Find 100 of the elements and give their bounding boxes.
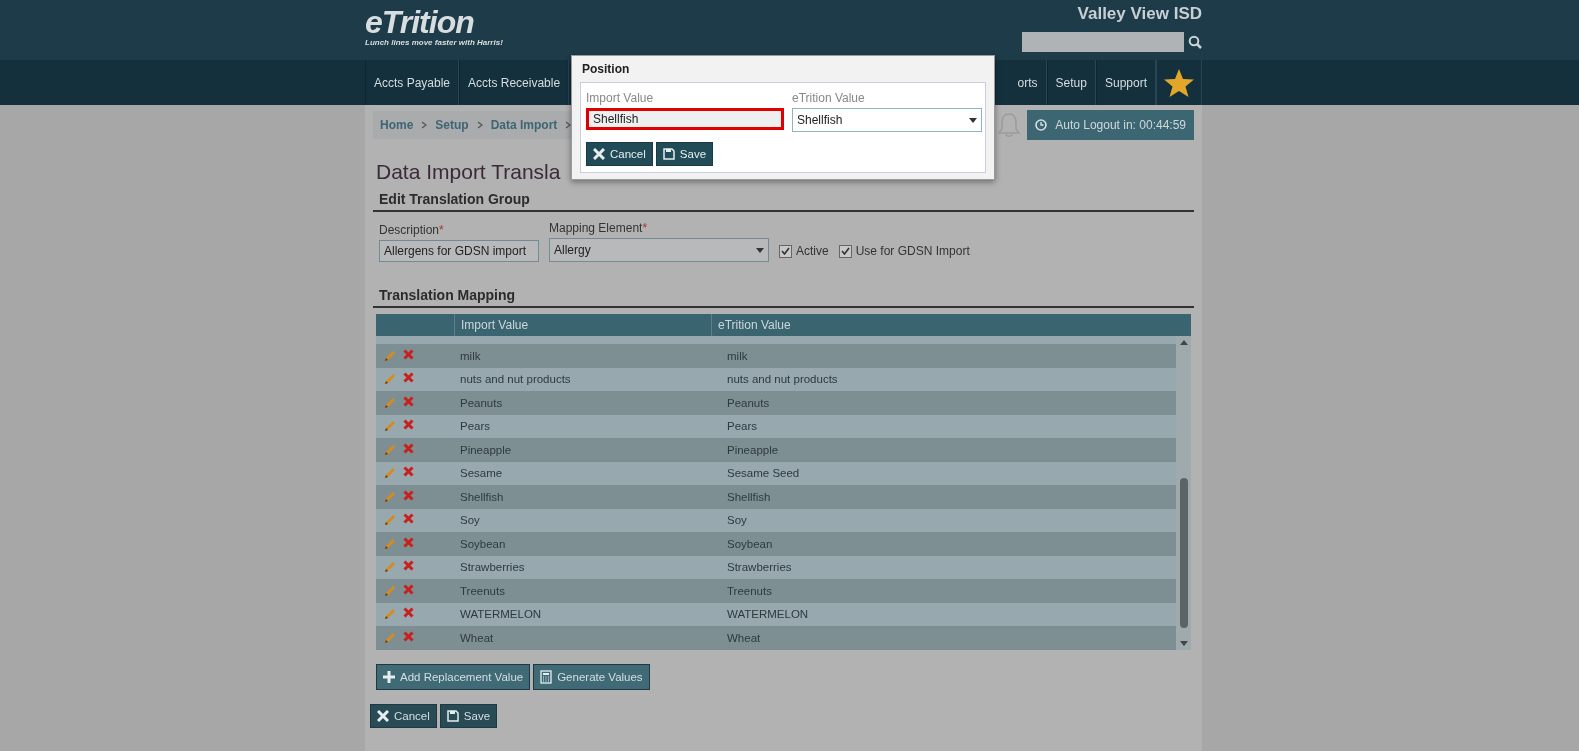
- description-field[interactable]: Allergens for GDSN import: [379, 240, 539, 262]
- pencil-icon[interactable]: [383, 583, 397, 598]
- delete-icon[interactable]: [403, 419, 414, 431]
- mapping-element-dropdown[interactable]: Allergy: [549, 238, 769, 262]
- district-name: Valley View ISD: [1077, 4, 1202, 24]
- auto-logout-text: Auto Logout in: 00:44:59: [1055, 118, 1186, 132]
- pencil-icon[interactable]: [383, 395, 397, 410]
- checkbox-label: Active: [796, 244, 829, 258]
- floppy-icon: [662, 148, 675, 160]
- table-cell: nuts and nut products: [460, 373, 571, 386]
- section-heading: Edit Translation Group: [373, 188, 1194, 212]
- table-cell: Soybean: [460, 537, 506, 550]
- table-cell: Treenuts: [727, 584, 772, 597]
- close-icon: [377, 709, 389, 722]
- pencil-icon[interactable]: [383, 513, 397, 528]
- delete-icon[interactable]: [403, 630, 414, 642]
- table-cell: WATERMELON: [460, 608, 542, 621]
- cancel-button[interactable]: Cancel: [370, 703, 437, 728]
- close-icon: [593, 148, 605, 160]
- bell-icon: [997, 112, 1022, 138]
- calculator-icon: [540, 669, 553, 684]
- pencil-icon[interactable]: [383, 560, 397, 575]
- scroll-down-icon: [1179, 640, 1188, 646]
- dialog-title: Position: [581, 61, 631, 78]
- table-cell: Strawberries: [460, 561, 525, 574]
- cancel-button[interactable]: Cancel: [586, 142, 653, 166]
- etrition-value-dropdown[interactable]: Shellfish: [792, 108, 982, 132]
- floppy-icon: [446, 709, 459, 722]
- table-cell: nuts and nut products: [727, 373, 838, 386]
- plus-icon: [383, 670, 395, 683]
- clock-icon: [1035, 119, 1048, 131]
- pencil-icon[interactable]: [383, 630, 397, 645]
- table-cell: Pineapple: [460, 443, 512, 456]
- table-cell: milk: [727, 349, 748, 362]
- field-label: eTrition Value: [792, 91, 866, 105]
- table-cell: Soybean: [727, 537, 773, 550]
- table-cell: Treenuts: [460, 584, 505, 597]
- delete-icon[interactable]: [403, 536, 414, 548]
- checkbox[interactable]: [838, 244, 852, 258]
- logo: eTrition: [365, 6, 474, 38]
- delete-icon[interactable]: [403, 513, 414, 525]
- generate-button[interactable]: Generate Values: [533, 663, 650, 690]
- add-button[interactable]: Add Replacement Value: [376, 663, 531, 690]
- import-value-field[interactable]: Shellfish: [586, 108, 784, 130]
- table-cell: milk: [460, 349, 481, 362]
- check-icon: [840, 247, 850, 255]
- pencil-icon[interactable]: [383, 442, 397, 457]
- checkbox[interactable]: [779, 244, 792, 258]
- pencil-icon[interactable]: [383, 372, 397, 387]
- page-title: Data Import Transla: [376, 160, 561, 184]
- pencil-icon[interactable]: [383, 489, 397, 504]
- table-cell: Wheat: [460, 631, 494, 644]
- delete-icon[interactable]: [403, 395, 414, 407]
- check-icon: [781, 247, 790, 255]
- checkbox-label: Use for GDSN Import: [855, 244, 970, 258]
- favorites-tab[interactable]: [1156, 60, 1202, 105]
- delete-icon[interactable]: [403, 442, 414, 454]
- search-field[interactable]: [1022, 32, 1184, 52]
- scrollbar[interactable]: [1176, 336, 1191, 650]
- table-cell: Peanuts: [727, 396, 770, 409]
- chevron-icon: [565, 121, 572, 129]
- save-button[interactable]: Save: [655, 142, 714, 166]
- table-cell: Pineapple: [727, 443, 779, 456]
- delete-icon[interactable]: [403, 489, 414, 501]
- pencil-icon[interactable]: [383, 466, 397, 481]
- chevron-icon: [421, 121, 428, 129]
- delete-icon[interactable]: [403, 466, 414, 478]
- delete-icon[interactable]: [403, 560, 414, 572]
- section-heading: Translation Mapping: [373, 284, 1194, 308]
- column-header: eTrition Value: [717, 318, 791, 332]
- field-label: Mapping Element*: [549, 221, 649, 235]
- field-label: Import Value: [586, 91, 655, 105]
- caret-icon: [756, 247, 764, 253]
- table-cell: Soy: [460, 514, 480, 527]
- delete-icon[interactable]: [403, 607, 414, 619]
- table-cell: Shellfish: [460, 490, 504, 503]
- table-cell: Peanuts: [460, 396, 503, 409]
- pencil-icon[interactable]: [383, 419, 397, 434]
- delete-icon[interactable]: [403, 372, 414, 384]
- delete-icon[interactable]: [403, 348, 414, 360]
- table-cell: WATERMELON: [727, 608, 809, 621]
- table-cell: Sesame Seed: [727, 467, 800, 480]
- pencil-icon[interactable]: [383, 607, 397, 622]
- field-label: Description*: [379, 223, 445, 237]
- table-cell: Sesame: [460, 467, 503, 480]
- table-cell: Pears: [727, 420, 758, 433]
- delete-icon[interactable]: [403, 583, 414, 595]
- caret-icon: [969, 117, 977, 123]
- table-cell: Shellfish: [727, 490, 771, 503]
- pencil-icon[interactable]: [383, 536, 397, 551]
- table-cell: Strawberries: [727, 561, 792, 574]
- logo-tagline: Lunch lines move faster with Harris!: [365, 38, 503, 47]
- pencil-icon[interactable]: [383, 348, 397, 363]
- save-button[interactable]: Save: [439, 703, 498, 728]
- star-icon: [1163, 67, 1195, 98]
- scroll-up-icon: [1179, 340, 1188, 345]
- table-cell: Pears: [460, 420, 491, 433]
- chevron-icon: [476, 121, 483, 129]
- table-cell: Wheat: [727, 631, 761, 644]
- search-icon: [1188, 35, 1202, 49]
